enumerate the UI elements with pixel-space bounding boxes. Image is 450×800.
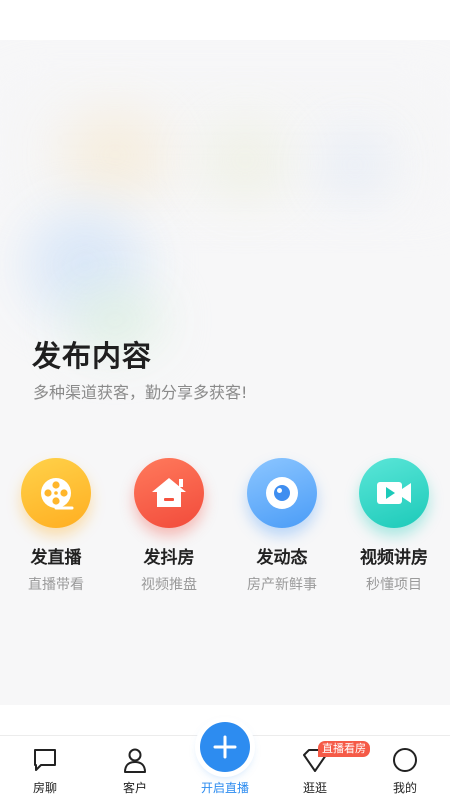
action-label: 视频讲房 (360, 548, 428, 568)
publish-moment-button[interactable]: 发动态 房产新鲜事 (226, 458, 338, 594)
person-icon (124, 748, 146, 773)
circle-icon (393, 748, 417, 772)
blur-shape (320, 130, 390, 200)
tab-chat[interactable]: 房聊 (0, 736, 90, 800)
film-reel-icon (21, 458, 91, 528)
action-label: 发动态 (256, 548, 308, 568)
publish-house-video-button[interactable]: 发抖房 视频推盘 (113, 458, 225, 594)
publish-title: 发布内容 (32, 339, 153, 373)
status-bar (0, 0, 450, 40)
camera-lens-icon (247, 458, 317, 528)
action-sublabel: 秒懂项目 (366, 577, 422, 593)
video-camera-icon (359, 458, 429, 528)
tab-label: 逛逛 (302, 781, 327, 795)
tab-label: 房聊 (32, 781, 57, 795)
start-live-button[interactable] (200, 722, 250, 772)
action-label: 发直播 (30, 548, 82, 568)
action-sublabel: 直播带看 (28, 577, 84, 593)
chat-icon (34, 749, 56, 771)
tab-label: 客户 (122, 781, 147, 795)
action-label: 发抖房 (143, 548, 195, 568)
blur-shape (60, 110, 170, 200)
tab-label: 我的 (392, 781, 417, 795)
tab-profile[interactable]: 我的 (360, 736, 450, 800)
tab-customers[interactable]: 客户 (90, 736, 180, 800)
blur-shape (200, 120, 290, 200)
action-sublabel: 视频推盘 (141, 577, 197, 593)
plus-icon (213, 735, 237, 759)
publish-subtitle: 多种渠道获客，勤分享多获客! (33, 383, 248, 402)
house-icon (134, 458, 204, 528)
video-tour-button[interactable]: 视频讲房 秒懂项目 (338, 458, 450, 594)
publish-actions: 发直播 直播带看 发抖房 视频推盘 发动态 房产新鲜事 视频讲房 秒懂项目 (0, 458, 450, 598)
tab-label: 开启直播 (200, 781, 249, 795)
live-tour-badge: 直播看房 (318, 741, 370, 757)
publish-live-button[interactable]: 发直播 直播带看 (0, 458, 112, 594)
action-sublabel: 房产新鲜事 (247, 577, 317, 593)
